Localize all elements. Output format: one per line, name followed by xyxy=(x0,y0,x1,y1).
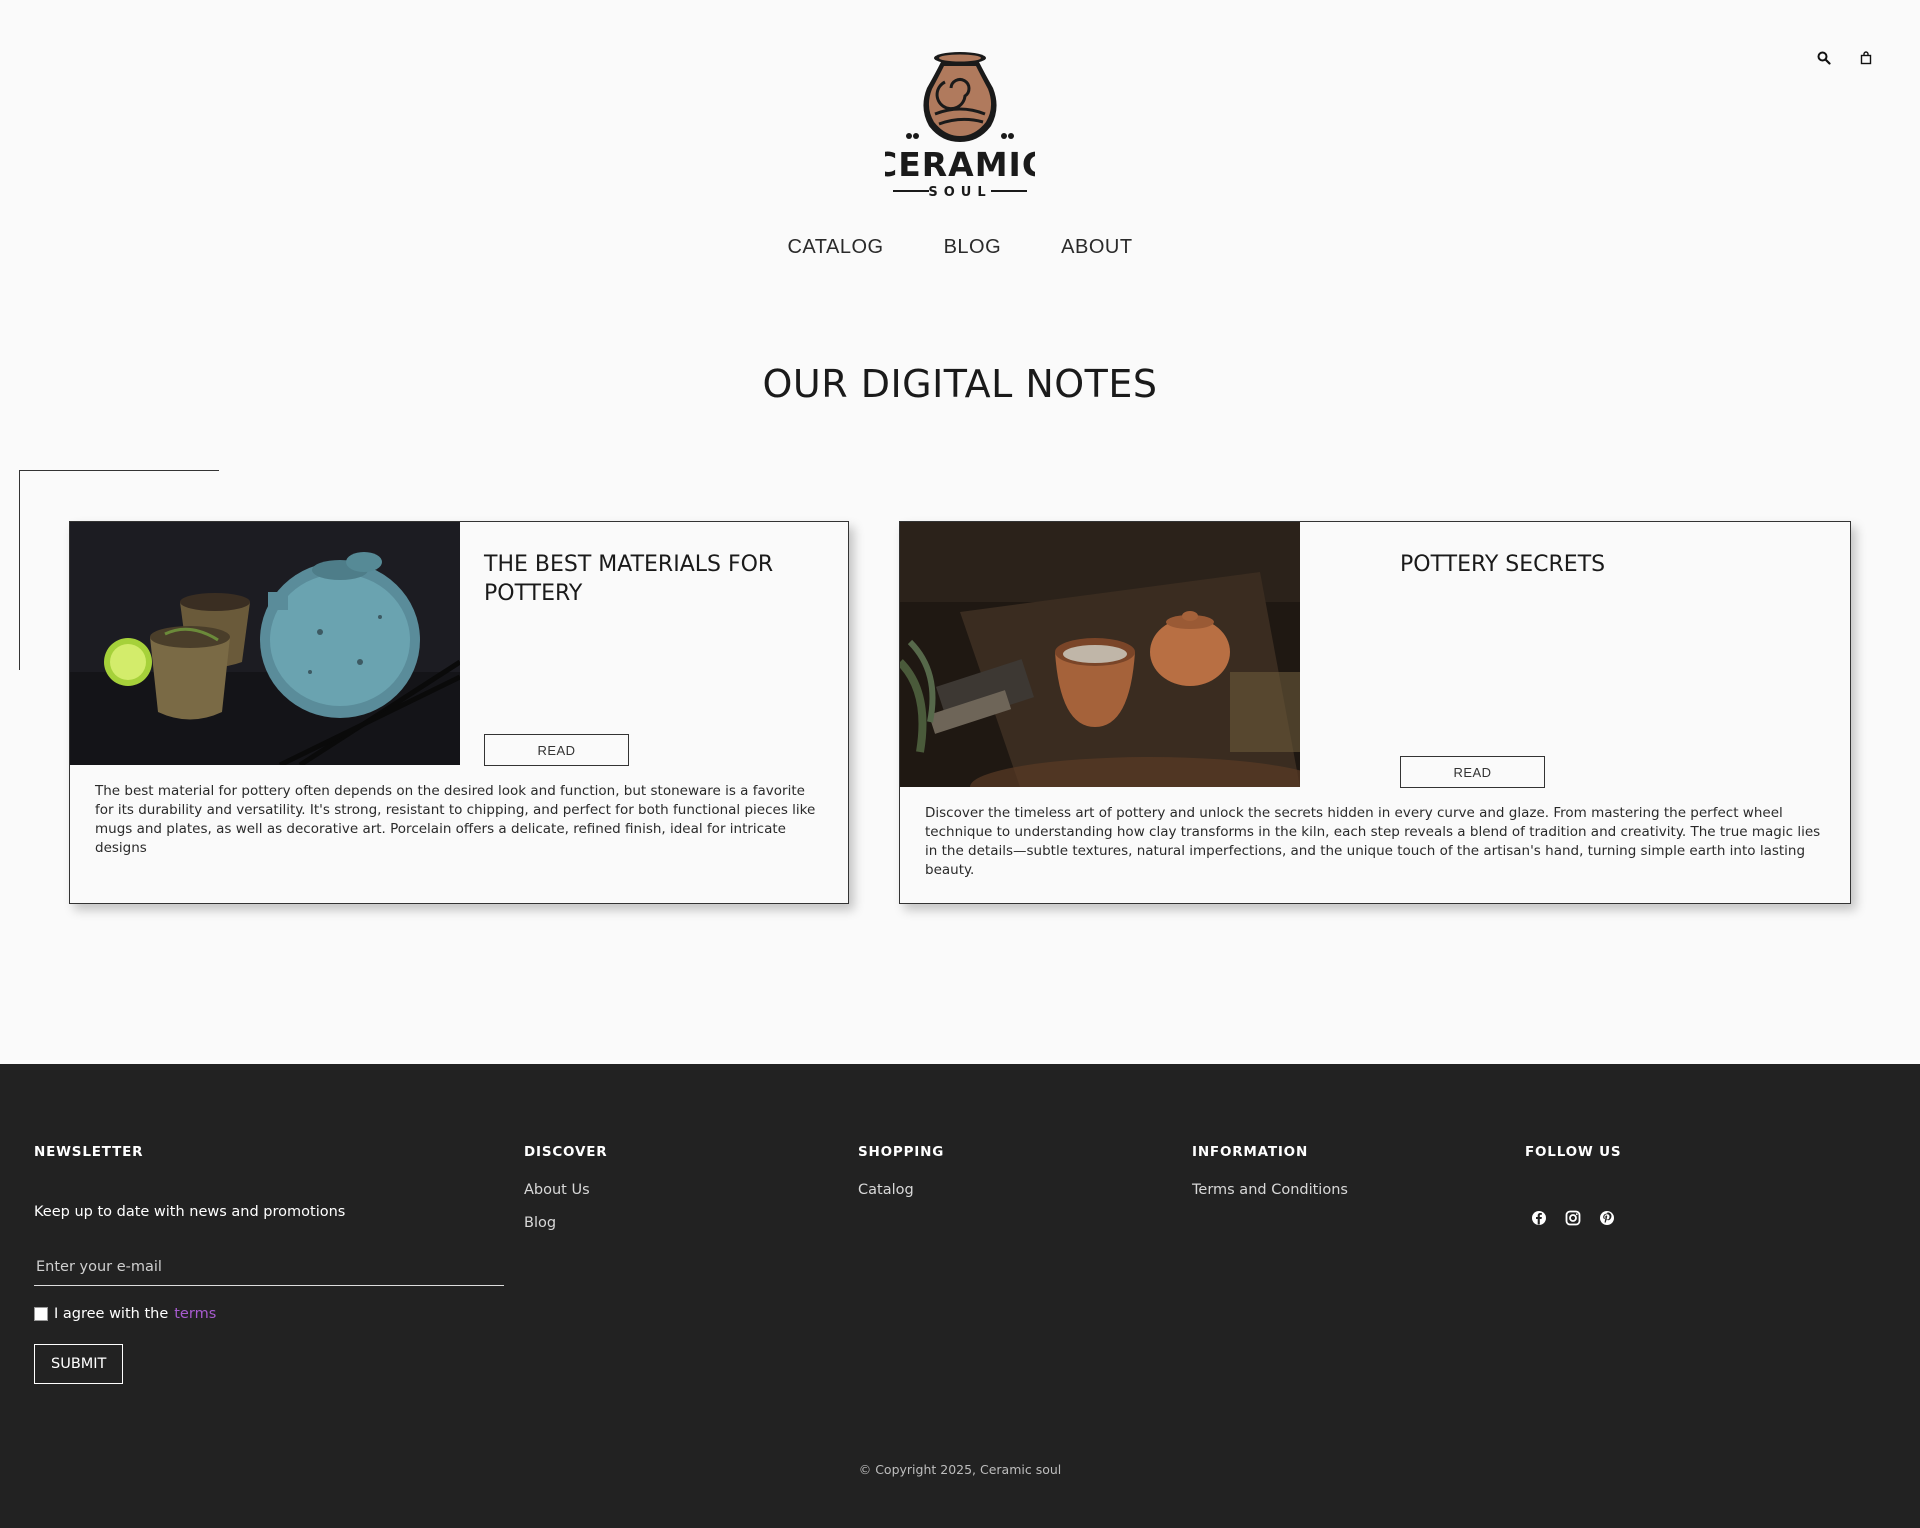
main-nav: CATALOG BLOG ABOUT xyxy=(0,236,1920,259)
blog-card-excerpt: Discover the timeless art of pottery and… xyxy=(925,805,1821,878)
blog-card: POTTERY SECRETS READ Discover the timele… xyxy=(899,521,1851,904)
blog-card-image xyxy=(70,522,460,765)
instagram-icon[interactable] xyxy=(1563,1208,1583,1228)
page: CERAMIC SOUL CATALOG BLOG ABOUT OUR DIGI… xyxy=(0,0,1920,1528)
facebook-icon[interactable] xyxy=(1529,1208,1549,1228)
information-heading: INFORMATION xyxy=(1192,1144,1309,1160)
terms-link[interactable]: terms xyxy=(174,1306,216,1322)
follow-column: FOLLOW US xyxy=(1525,1144,1621,1228)
newsletter-heading: NEWSLETTER xyxy=(34,1144,144,1160)
blog-card-title[interactable]: THE BEST MATERIALS FOR POTTERY xyxy=(484,550,814,608)
agree-terms-row: I agree with the terms xyxy=(34,1306,504,1322)
section-title: OUR DIGITAL NOTES xyxy=(762,362,1158,406)
logo-name: CERAMIC xyxy=(885,145,1035,184)
nav-about[interactable]: ABOUT xyxy=(1061,236,1132,259)
footer: NEWSLETTER Keep up to date with news and… xyxy=(0,1064,1920,1528)
copyright: © Copyright 2025, Ceramic soul xyxy=(858,1462,1062,1477)
social-icons xyxy=(1525,1208,1621,1228)
read-button[interactable]: READ xyxy=(484,734,629,766)
agree-checkbox[interactable] xyxy=(34,1307,48,1321)
nav-catalog[interactable]: CATALOG xyxy=(787,236,883,259)
logo-sub: SOUL xyxy=(928,185,991,200)
footer-link-terms[interactable]: Terms and Conditions xyxy=(1192,1182,1348,1198)
email-input[interactable] xyxy=(34,1248,504,1286)
blog-card: THE BEST MATERIALS FOR POTTERY READ The … xyxy=(69,521,849,904)
shopping-heading: SHOPPING xyxy=(858,1144,945,1160)
logo[interactable]: CERAMIC SOUL xyxy=(873,52,1046,202)
submit-button[interactable]: SUBMIT xyxy=(34,1344,124,1384)
discover-heading: DISCOVER xyxy=(524,1144,608,1160)
blog-card-title[interactable]: POTTERY SECRETS xyxy=(1400,550,1820,579)
information-column: INFORMATION Terms and Conditions xyxy=(1192,1144,1348,1198)
pinterest-icon[interactable] xyxy=(1597,1208,1617,1228)
header-icons xyxy=(1814,48,1876,68)
footer-link-about-us[interactable]: About Us xyxy=(524,1182,607,1198)
footer-link-blog[interactable]: Blog xyxy=(524,1215,607,1231)
follow-heading: FOLLOW US xyxy=(1525,1144,1622,1160)
search-icon[interactable] xyxy=(1814,48,1834,68)
footer-link-catalog[interactable]: Catalog xyxy=(858,1182,944,1198)
shopping-column: SHOPPING Catalog xyxy=(858,1144,944,1198)
newsletter-text: Keep up to date with news and promotions xyxy=(34,1204,346,1220)
blog-card-image xyxy=(900,522,1300,787)
agree-text: I agree with the xyxy=(54,1306,169,1322)
discover-column: DISCOVER About Us Blog xyxy=(524,1144,607,1231)
shopping-bag-icon[interactable] xyxy=(1856,48,1876,68)
newsletter-column: NEWSLETTER Keep up to date with news and… xyxy=(34,1144,504,1384)
nav-blog[interactable]: BLOG xyxy=(944,236,1002,259)
read-button[interactable]: READ xyxy=(1400,756,1545,788)
blog-card-excerpt: The best material for pottery often depe… xyxy=(95,783,816,856)
